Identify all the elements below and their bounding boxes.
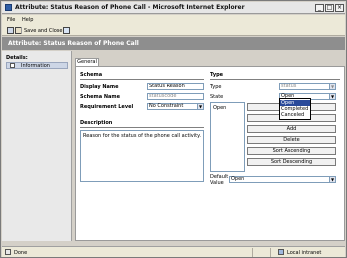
page-header: Attribute: Status Reason of Phone Call <box>2 37 345 50</box>
schema-divider <box>80 79 204 80</box>
save-icon[interactable] <box>7 27 14 34</box>
chevron-down-icon: ▼ <box>329 84 335 89</box>
requirement-level-label: Requirement Level <box>80 104 134 110</box>
description-divider <box>80 127 204 128</box>
schema-name-label: Schema Name <box>80 94 120 100</box>
state-option-canceled[interactable]: Canceled <box>280 112 310 118</box>
form-content: Schema Display Name Status Reason Schema… <box>75 66 345 241</box>
intranet-icon <box>278 249 284 255</box>
toolbar-separator <box>21 27 22 34</box>
list-item[interactable]: Open <box>213 105 242 111</box>
maximize-button[interactable]: □ <box>325 4 334 12</box>
status-separator <box>252 248 253 257</box>
delete-button[interactable]: Delete <box>247 136 336 144</box>
default-value: Open <box>231 176 245 182</box>
type-value: status <box>281 83 297 89</box>
nav-item-label: Information <box>21 63 50 69</box>
left-nav: Details: Information <box>2 51 72 241</box>
type-section-title: Type <box>210 72 224 78</box>
status-bar: Done Local intranet <box>2 246 345 257</box>
browser-window: Attribute: Status Reason of Phone Call -… <box>0 0 347 258</box>
values-listbox[interactable]: Open <box>210 102 245 172</box>
requirement-level-value: No Constraint <box>149 103 184 109</box>
description-section-title: Description <box>80 120 113 126</box>
title-bar: Attribute: Status Reason of Phone Call -… <box>2 2 345 14</box>
type-select: status ▼ <box>279 83 336 90</box>
window-title: Attribute: Status Reason of Phone Call -… <box>15 4 245 11</box>
description-textarea[interactable]: Reason for the status of the phone call … <box>80 130 204 182</box>
save-and-close-button[interactable]: Save and Close <box>24 28 62 34</box>
chevron-down-icon[interactable]: ▼ <box>329 177 335 182</box>
menu-file[interactable]: File <box>7 17 15 23</box>
page-title: Attribute: Status Reason of Phone Call <box>8 40 139 47</box>
status-text: Done <box>14 250 28 256</box>
document-icon <box>10 63 15 68</box>
nav-item-information[interactable]: Information <box>6 62 68 69</box>
page-icon <box>5 249 11 255</box>
chevron-down-icon[interactable]: ▼ <box>197 104 203 109</box>
close-button[interactable]: × <box>335 4 344 12</box>
sort-ascending-button[interactable]: Sort Ascending <box>247 147 336 155</box>
help-icon[interactable] <box>63 27 70 34</box>
menu-bar: File Help <box>2 15 345 25</box>
display-name-label: Display Name <box>80 84 119 90</box>
chevron-down-icon[interactable]: ▼ <box>329 94 335 99</box>
default-value-label-line2: Value <box>210 180 224 186</box>
state-dropdown-list: Open Completed Canceled <box>279 98 311 120</box>
state-label: State <box>210 94 224 100</box>
ie-icon <box>5 4 12 11</box>
toolbar: Save and Close <box>2 25 345 36</box>
schema-name-field: statuscode <box>147 93 204 100</box>
nav-details-label: Details: <box>6 55 28 61</box>
schema-section-title: Schema <box>80 72 103 78</box>
type-label: Type <box>210 84 222 90</box>
menu-help[interactable]: Help <box>22 17 33 23</box>
minimize-button[interactable]: _ <box>315 4 324 12</box>
default-value-select[interactable]: Open ▼ <box>229 176 336 183</box>
sort-descending-button[interactable]: Sort Descending <box>247 158 336 166</box>
type-divider <box>210 79 340 80</box>
requirement-level-select[interactable]: No Constraint ▼ <box>147 103 204 110</box>
status-separator <box>270 248 271 257</box>
add-button[interactable]: Add <box>247 125 336 133</box>
tab-strip: General <box>75 58 345 67</box>
display-name-field[interactable]: Status Reason <box>147 83 204 90</box>
zone-text: Local intranet <box>287 250 322 256</box>
